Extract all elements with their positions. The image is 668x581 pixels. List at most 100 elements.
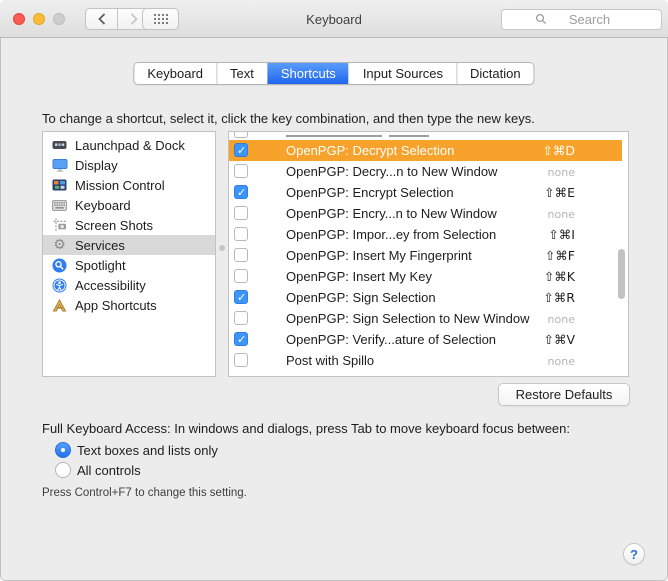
sidebar-item-label: Display: [75, 157, 118, 173]
service-label: OpenPGP: Impor...ey from Selection: [286, 227, 497, 242]
service-label: OpenPGP: Sign Selection: [286, 290, 436, 305]
sidebar-item-label: Launchpad & Dock: [75, 137, 185, 153]
service-label: OpenPGP: Sign Selection to New Window: [286, 311, 530, 326]
shortcut-row[interactable]: OpenPGP: Insert My Key ⇧⌘K: [229, 266, 622, 287]
clipped-row[interactable]: [229, 132, 628, 139]
instruction-text: To change a shortcut, select it, click t…: [42, 111, 535, 126]
checkbox[interactable]: [234, 185, 248, 199]
keyboard-preferences-window: Keyboard Keyboard Text Shortcuts Input S…: [0, 0, 668, 581]
tab-text[interactable]: Text: [216, 63, 267, 84]
checkbox[interactable]: [234, 143, 248, 157]
clipped-text: [286, 135, 382, 137]
shortcut-value[interactable]: ⇧⌘K: [544, 269, 575, 284]
shortcut-value[interactable]: none: [548, 355, 575, 368]
shortcut-value[interactable]: ⇧⌘F: [545, 248, 575, 263]
shortcut-categories-list: Launchpad & Dock Display Mission Control…: [42, 131, 216, 377]
sidebar-item-mission-control[interactable]: Mission Control: [43, 175, 215, 195]
sidebar-item-label: Screen Shots: [75, 217, 154, 233]
title-bar: Keyboard: [0, 0, 668, 38]
sidebar-item-label: App Shortcuts: [75, 297, 157, 313]
shortcut-value[interactable]: ⇧⌘R: [543, 290, 575, 305]
service-label: OpenPGP: Decry...n to New Window: [286, 164, 498, 179]
checkbox[interactable]: [234, 164, 248, 178]
search-field-wrap: [501, 9, 662, 30]
shortcut-row[interactable]: OpenPGP: Verify...ature of Selection ⇧⌘V: [229, 329, 622, 350]
sidebar-item-label: Spotlight: [75, 257, 126, 273]
shortcut-value[interactable]: ⇧⌘E: [544, 185, 575, 200]
shortcut-row[interactable]: OpenPGP: Encrypt Selection ⇧⌘E: [229, 182, 622, 203]
sidebar-item-app-shortcuts[interactable]: App Shortcuts: [43, 295, 215, 315]
search-input[interactable]: [501, 9, 662, 30]
services-shortcut-list: OpenPGP: Decrypt Selection ⇧⌘D OpenPGP: …: [228, 131, 629, 377]
shortcut-value[interactable]: none: [548, 313, 575, 326]
checkbox[interactable]: [234, 290, 248, 304]
app-shortcuts-icon: [51, 297, 68, 313]
sidebar-item-screen-shots[interactable]: Screen Shots: [43, 215, 215, 235]
sidebar-item-services[interactable]: ⚙ Services: [43, 235, 215, 255]
dock-icon: [51, 137, 68, 153]
service-label: OpenPGP: Insert My Fingerprint: [286, 248, 472, 263]
shortcut-row[interactable]: Post with Spillo none: [229, 350, 622, 371]
shortcut-row[interactable]: OpenPGP: Encry...n to New Window none: [229, 203, 622, 224]
service-label: OpenPGP: Decrypt Selection: [286, 143, 455, 158]
checkbox[interactable]: [234, 353, 248, 367]
shortcut-rows: OpenPGP: Decrypt Selection ⇧⌘D OpenPGP: …: [229, 140, 622, 371]
scrollbar-thumb[interactable]: [618, 249, 625, 299]
shortcut-row[interactable]: OpenPGP: Decry...n to New Window none: [229, 161, 622, 182]
sidebar-item-spotlight[interactable]: Spotlight: [43, 255, 215, 275]
radio-button[interactable]: [55, 462, 71, 478]
service-label: OpenPGP: Verify...ature of Selection: [286, 332, 497, 347]
shortcut-row[interactable]: OpenPGP: Decrypt Selection ⇧⌘D: [229, 140, 622, 161]
shortcut-row[interactable]: OpenPGP: Sign Selection ⇧⌘R: [229, 287, 622, 308]
service-label: OpenPGP: Insert My Key: [286, 269, 432, 284]
service-label: Post with Spillo: [286, 353, 375, 368]
service-label: OpenPGP: Encry...n to New Window: [286, 206, 497, 221]
shortcut-value[interactable]: none: [548, 208, 575, 221]
tab-dictation[interactable]: Dictation: [456, 63, 534, 84]
gear-icon: ⚙: [53, 237, 66, 253]
shortcut-value[interactable]: ⇧⌘V: [543, 332, 575, 347]
radio-label: All controls: [77, 462, 141, 478]
restore-defaults-button[interactable]: Restore Defaults: [498, 383, 630, 406]
shortcut-row[interactable]: OpenPGP: Sign Selection to New Window no…: [229, 308, 622, 329]
accessibility-icon: [51, 277, 68, 293]
sidebar-item-display[interactable]: Display: [43, 155, 215, 175]
checkbox[interactable]: [234, 227, 248, 241]
checkbox[interactable]: [234, 332, 248, 346]
tab-input-sources[interactable]: Input Sources: [348, 63, 457, 84]
keyboard-icon: [51, 197, 68, 213]
radio-option-text-boxes[interactable]: Text boxes and lists only: [55, 442, 218, 458]
checkbox[interactable]: [234, 269, 248, 283]
sidebar-item-keyboard[interactable]: Keyboard: [43, 195, 215, 215]
sidebar-item-accessibility[interactable]: Accessibility: [43, 275, 215, 295]
shortcut-value[interactable]: ⇧⌘I: [548, 227, 575, 242]
checkbox[interactable]: [234, 248, 248, 262]
tab-shortcuts[interactable]: Shortcuts: [266, 63, 349, 84]
checkbox[interactable]: [234, 311, 248, 325]
shortcut-value[interactable]: ⇧⌘D: [542, 143, 575, 158]
clipped-text: [389, 135, 429, 137]
radio-option-all-controls[interactable]: All controls: [55, 462, 141, 478]
screen-shots-icon: [51, 217, 68, 233]
tab-bar: Keyboard Text Shortcuts Input Sources Di…: [133, 62, 535, 85]
radio-label: Text boxes and lists only: [77, 442, 218, 458]
display-icon: [51, 157, 68, 173]
mission-control-icon: [51, 177, 68, 193]
sidebar-item-label: Accessibility: [75, 277, 146, 293]
full-keyboard-access-heading: Full Keyboard Access: In windows and dia…: [42, 421, 570, 436]
radio-button[interactable]: [55, 442, 71, 458]
sidebar-item-launchpad-dock[interactable]: Launchpad & Dock: [43, 135, 215, 155]
service-label: OpenPGP: Encrypt Selection: [286, 185, 454, 200]
checkbox[interactable]: [234, 132, 248, 138]
shortcut-row[interactable]: OpenPGP: Insert My Fingerprint ⇧⌘F: [229, 245, 622, 266]
shortcut-row[interactable]: OpenPGP: Impor...ey from Selection ⇧⌘I: [229, 224, 622, 245]
pane-splitter-handle[interactable]: [219, 245, 225, 251]
sidebar-item-label: Mission Control: [75, 177, 165, 193]
checkbox[interactable]: [234, 206, 248, 220]
tab-keyboard[interactable]: Keyboard: [134, 63, 217, 84]
shortcut-value[interactable]: none: [548, 166, 575, 179]
sidebar-item-label: Services: [75, 237, 125, 253]
spotlight-icon: [51, 257, 68, 273]
help-button[interactable]: ?: [623, 543, 645, 565]
sidebar-item-label: Keyboard: [75, 197, 131, 213]
